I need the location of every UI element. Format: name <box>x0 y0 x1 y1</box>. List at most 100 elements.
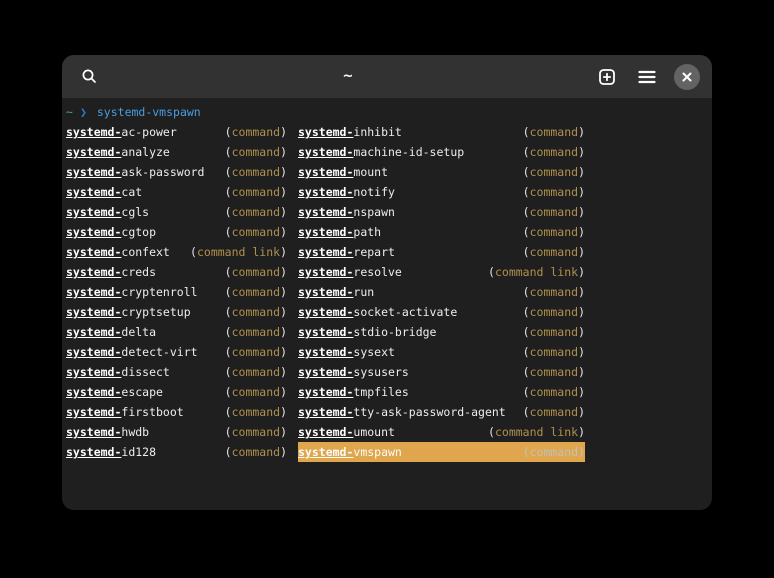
completion-item-inhibit[interactable]: systemd-inhibit(command) <box>298 122 585 142</box>
completion-description: (command) <box>523 442 585 462</box>
completion-grid: systemd-ac-power (command) systemd-inhibit… <box>66 122 708 462</box>
completion-description: (command link) <box>190 242 287 262</box>
completion-item-hwdb[interactable]: systemd-hwdb(command) <box>66 422 287 442</box>
completion-suffix: socket-activate <box>353 305 457 319</box>
completion-row: systemd-analyze(command) systemd-machine-… <box>66 142 708 162</box>
completion-name: systemd-delta <box>66 322 156 342</box>
completion-description: (command) <box>523 362 585 382</box>
completion-prefix: systemd- <box>66 145 121 159</box>
completion-prefix: systemd- <box>66 225 121 239</box>
completion-item-vmspawn[interactable]: systemd-vmspawn (command) <box>298 442 585 462</box>
completion-item-stdio-bridge[interactable]: systemd-stdio-bridge(command) <box>298 322 585 342</box>
completion-item-cgls[interactable]: systemd-cgls(command) <box>66 202 287 222</box>
completion-row: systemd-delta (command) systemd-stdio-brid… <box>66 322 708 342</box>
completion-item-cgtop[interactable]: systemd-cgtop(command) <box>66 222 287 242</box>
prompt-cwd: ~ <box>66 105 73 119</box>
completion-description: (command) <box>523 342 585 362</box>
completion-name: systemd-ac-power <box>66 122 177 142</box>
completion-item-dissect[interactable]: systemd-dissect(command) <box>66 362 287 382</box>
completion-prefix: systemd- <box>298 285 353 299</box>
completion-row: systemd-cryptsetup(command)systemd-socke… <box>66 302 708 322</box>
completion-prefix: systemd- <box>298 225 353 239</box>
close-icon <box>674 64 700 90</box>
completion-suffix: sysext <box>353 345 395 359</box>
completion-item-tty-ask-password-agent[interactable]: systemd-tty-ask-password-agent(command) <box>298 402 585 422</box>
completion-row: systemd-confext(command link) systemd-rep… <box>66 242 708 262</box>
prompt-arrow: ❯ <box>80 105 87 119</box>
completion-suffix: delta <box>121 325 156 339</box>
completion-name: systemd-repart <box>298 242 395 262</box>
completion-prefix: systemd- <box>66 245 121 259</box>
completion-item-firstboot[interactable]: systemd-firstboot(command) <box>66 402 287 422</box>
completion-item-sysusers[interactable]: systemd-sysusers (command) <box>298 362 585 382</box>
completion-description: (command) <box>523 182 585 202</box>
completion-prefix: systemd- <box>66 265 121 279</box>
completion-description: (command) <box>225 122 287 142</box>
completion-row: systemd-cgtop(command) systemd-path(comma… <box>66 222 708 242</box>
completion-item-nspawn[interactable]: systemd-nspawn(command) <box>298 202 585 222</box>
completion-name: systemd-sysusers <box>298 362 409 382</box>
completion-row: systemd-id128(command) systemd-vmspawn (co… <box>66 442 708 462</box>
completion-suffix: cryptsetup <box>121 305 190 319</box>
new-tab-button[interactable] <box>592 62 622 92</box>
completion-name: systemd-stdio-bridge <box>298 322 436 342</box>
completion-item-cat[interactable]: systemd-cat(command) <box>66 182 287 202</box>
completion-prefix: systemd- <box>298 305 353 319</box>
completion-row: systemd-ac-power (command) systemd-inhibit… <box>66 122 708 142</box>
completion-suffix: creds <box>121 265 156 279</box>
completion-prefix: systemd- <box>298 345 353 359</box>
completion-suffix: ask-password <box>121 165 204 179</box>
completion-item-ask-password[interactable]: systemd-ask-password(command) <box>66 162 287 182</box>
completion-suffix: dissect <box>121 365 169 379</box>
completion-name: systemd-mount <box>298 162 388 182</box>
completion-item-sysext[interactable]: systemd-sysext (command) <box>298 342 585 362</box>
completion-item-resolve[interactable]: systemd-resolve(command link) <box>298 262 585 282</box>
completion-prefix: systemd- <box>298 405 353 419</box>
completion-item-path[interactable]: systemd-path(command) <box>298 222 585 242</box>
completion-item-cryptsetup[interactable]: systemd-cryptsetup(command) <box>66 302 287 322</box>
completion-item-id128[interactable]: systemd-id128(command) <box>66 442 287 462</box>
completion-item-confext[interactable]: systemd-confext(command link) <box>66 242 287 262</box>
completion-name: systemd-dissect <box>66 362 170 382</box>
completion-item-delta[interactable]: systemd-delta (command) <box>66 322 287 342</box>
hamburger-menu-icon <box>638 70 656 84</box>
completion-prefix: systemd- <box>66 385 121 399</box>
completion-item-escape[interactable]: systemd-escape(command) <box>66 382 287 402</box>
close-button[interactable] <box>672 62 702 92</box>
completion-item-mount[interactable]: systemd-mount(command) <box>298 162 585 182</box>
completion-item-tmpfiles[interactable]: systemd-tmpfiles(command) <box>298 382 585 402</box>
menu-button[interactable] <box>632 62 662 92</box>
completion-item-umount[interactable]: systemd-umount(command link) <box>298 422 585 442</box>
terminal-screen[interactable]: ~ ❯ systemd-vmspawn systemd-ac-power (comma… <box>62 98 712 462</box>
search-button[interactable] <box>74 62 104 92</box>
completion-suffix: hwdb <box>121 425 149 439</box>
completion-item-analyze[interactable]: systemd-analyze(command) <box>66 142 287 162</box>
completion-name: systemd-umount <box>298 422 395 442</box>
completion-name: systemd-cryptenroll <box>66 282 198 302</box>
prompt-command: systemd-vmspawn <box>97 105 201 119</box>
completion-item-repart[interactable]: systemd-repart(command) <box>298 242 585 262</box>
completion-description: (command) <box>225 402 287 422</box>
completion-description: (command) <box>225 322 287 342</box>
completion-suffix: id128 <box>121 445 156 459</box>
completion-item-cryptenroll[interactable]: systemd-cryptenroll(command) <box>66 282 287 302</box>
prompt-line: ~ ❯ systemd-vmspawn <box>66 102 708 122</box>
completion-item-ac-power[interactable]: systemd-ac-power (command) <box>66 122 287 142</box>
completion-prefix: systemd- <box>66 205 121 219</box>
completion-row: systemd-detect-virt(command) systemd-syse… <box>66 342 708 362</box>
completion-item-socket-activate[interactable]: systemd-socket-activate (command) <box>298 302 585 322</box>
completion-suffix: notify <box>353 185 395 199</box>
completion-item-machine-id-setup[interactable]: systemd-machine-id-setup(command) <box>298 142 585 162</box>
completion-suffix: run <box>353 285 374 299</box>
completion-item-notify[interactable]: systemd-notify(command) <box>298 182 585 202</box>
completion-name: systemd-vmspawn <box>298 442 402 462</box>
completion-prefix: systemd- <box>66 365 121 379</box>
completion-row: systemd-ask-password(command) systemd-mou… <box>66 162 708 182</box>
completion-description: (command) <box>523 302 585 322</box>
completion-item-creds[interactable]: systemd-creds(command) <box>66 262 287 282</box>
completion-name: systemd-ask-password <box>66 162 204 182</box>
completion-item-detect-virt[interactable]: systemd-detect-virt(command) <box>66 342 287 362</box>
completion-item-run[interactable]: systemd-run(command) <box>298 282 585 302</box>
completion-name: systemd-cgtop <box>66 222 156 242</box>
completion-description: (command) <box>523 202 585 222</box>
